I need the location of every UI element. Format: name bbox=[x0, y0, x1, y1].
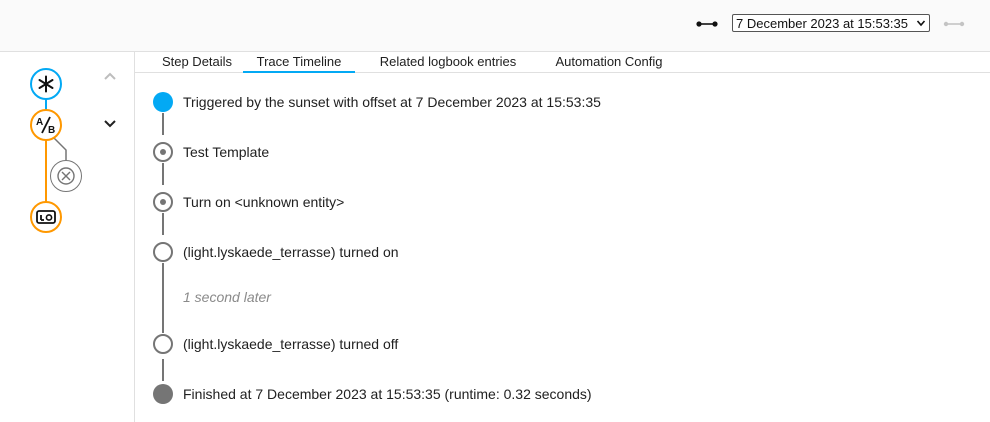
skipped-node[interactable] bbox=[50, 160, 82, 192]
action-node[interactable] bbox=[30, 201, 62, 233]
timeline-entry: Finished at 7 December 2023 at 15:53:35 … bbox=[153, 384, 592, 404]
trace-timeline: Triggered by the sunset with offset at 7… bbox=[135, 73, 990, 422]
timeline-entry: (light.lyskaede_terrasse) turned off bbox=[153, 334, 398, 354]
step-dot-icon bbox=[153, 192, 173, 212]
event-dot-icon bbox=[153, 334, 173, 354]
tab-label: Automation Config bbox=[555, 54, 663, 69]
timeline-connector bbox=[162, 113, 164, 135]
tab-step-details[interactable]: Step Details bbox=[147, 52, 247, 72]
event-dot-icon bbox=[153, 242, 173, 262]
trigger-node[interactable] bbox=[30, 68, 62, 100]
a-b-icon: A B bbox=[36, 116, 55, 135]
trace-graph-panel: A B bbox=[0, 52, 135, 422]
lightbulb-device-icon bbox=[36, 210, 56, 224]
trace-tabs: Step Details Trace Timeline Related logb… bbox=[135, 52, 990, 73]
step-dot-icon bbox=[153, 142, 173, 162]
timeline-entry-text: Triggered by the sunset with offset at 7… bbox=[183, 94, 601, 110]
timeline-entry-text: (light.lyskaede_terrasse) turned on bbox=[183, 244, 399, 260]
asterisk-icon bbox=[38, 75, 54, 93]
chevron-up-icon[interactable] bbox=[100, 68, 120, 84]
trace-select-value: 7 December 2023 at 15:53:35 bbox=[736, 16, 909, 31]
trace-select[interactable]: 7 December 2023 at 15:53:35 bbox=[732, 14, 930, 32]
tab-label: Step Details bbox=[161, 54, 233, 69]
timeline-entry-text: (light.lyskaede_terrasse) turned off bbox=[183, 336, 399, 352]
tab-related-logbook-entries[interactable]: Related logbook entries bbox=[373, 52, 523, 72]
timeline-entry: Test Template bbox=[153, 142, 269, 162]
timeline-entry-text: Finished at 7 December 2023 at 15:53:35 … bbox=[183, 386, 592, 402]
svg-text:A: A bbox=[36, 117, 43, 128]
chevron-down-icon bbox=[916, 20, 926, 27]
delay-note: 1 second later bbox=[183, 289, 271, 305]
trace-toolbar: 7 December 2023 at 15:53:35 bbox=[0, 0, 990, 52]
choose-node[interactable]: A B bbox=[30, 109, 62, 141]
finish-dot-icon bbox=[153, 384, 173, 404]
timeline-entry: Triggered by the sunset with offset at 7… bbox=[153, 92, 601, 112]
graph-connectors bbox=[45, 99, 67, 202]
timeline-entry: (light.lyskaede_terrasse) turned on bbox=[153, 242, 399, 262]
timeline-entry: Turn on <unknown entity> bbox=[153, 192, 344, 212]
timeline-connector bbox=[162, 163, 164, 185]
tab-label: Trace Timeline bbox=[256, 54, 342, 69]
timeline-connector bbox=[162, 263, 164, 333]
timeline-connector bbox=[162, 213, 164, 235]
timeline-entry-text: Test Template bbox=[183, 144, 270, 160]
range-arrows-icon[interactable] bbox=[694, 13, 720, 35]
tab-automation-config[interactable]: Automation Config bbox=[543, 52, 675, 72]
timeline-entry-text: Turn on <unknown entity> bbox=[183, 194, 345, 210]
svg-text:B: B bbox=[48, 125, 55, 135]
timeline-connector bbox=[162, 359, 164, 381]
range-arrows-disabled-icon[interactable] bbox=[941, 13, 967, 35]
chevron-down-icon[interactable] bbox=[100, 116, 120, 132]
close-circle-icon bbox=[57, 167, 75, 185]
tab-trace-timeline[interactable]: Trace Timeline bbox=[243, 52, 355, 73]
trigger-dot-icon bbox=[153, 92, 173, 112]
tab-label: Related logbook entries bbox=[379, 54, 517, 69]
